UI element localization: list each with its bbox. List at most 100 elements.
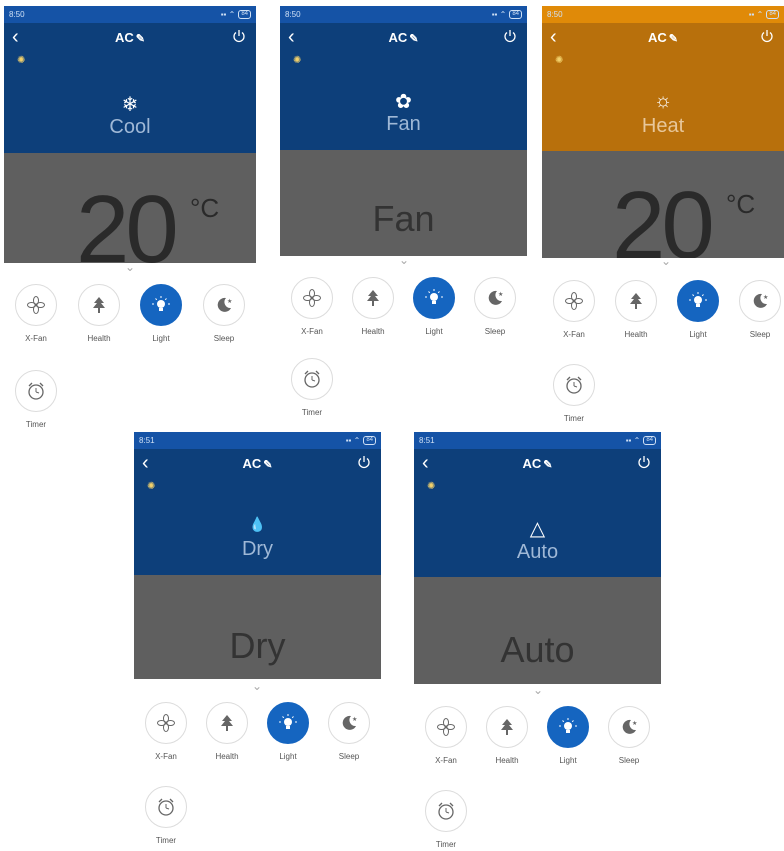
alarm-clock-icon — [15, 370, 57, 412]
xfan-button[interactable]: X-Fan — [289, 277, 335, 336]
tree-icon — [78, 284, 120, 326]
fan-icon — [425, 706, 467, 748]
xfan-label: X-Fan — [435, 756, 457, 765]
health-button[interactable]: Health — [484, 706, 530, 765]
chevron-down-icon[interactable]: ⌄ — [656, 255, 676, 268]
health-button[interactable]: Health — [76, 284, 122, 343]
fan-icon — [553, 280, 595, 322]
timer-button[interactable]: Timer — [289, 358, 335, 417]
xfan-button[interactable]: X-Fan — [423, 706, 469, 765]
bulb-icon — [547, 706, 589, 748]
pencil-icon[interactable]: ✎ — [543, 459, 552, 471]
chevron-down-icon[interactable]: ⌄ — [120, 261, 140, 274]
light-indicator-icon: ✺ — [147, 481, 156, 492]
sleep-label: Sleep — [484, 327, 506, 336]
timer-label: Timer — [25, 420, 47, 429]
mode-header-panel: 8:50 ▪▪ ⌃ 84 ‹ AC ✎ ✺ ☼ Heat — [542, 6, 784, 151]
chevron-down-icon[interactable]: ⌄ — [394, 254, 414, 267]
mode-name: Cool — [109, 116, 151, 138]
top-bar: ‹ AC ✎ — [134, 449, 381, 479]
sleep-label: Sleep — [618, 756, 640, 765]
device-name: AC — [115, 30, 134, 45]
device-name: AC — [522, 456, 542, 471]
bulb-icon — [413, 277, 455, 319]
chevron-down-icon[interactable]: ⌄ — [247, 680, 267, 693]
power-icon[interactable] — [503, 29, 517, 43]
power-icon[interactable] — [637, 455, 651, 469]
device-title[interactable]: AC ✎ — [4, 30, 256, 45]
timer-label: Timer — [301, 408, 323, 417]
svg-text:★: ★ — [763, 294, 768, 301]
temperature-panel: 20 °C — [4, 153, 256, 263]
pencil-icon[interactable]: ✎ — [263, 459, 272, 471]
big-mode-label: Dry — [229, 625, 286, 666]
sleep-button[interactable]: ★ Sleep — [737, 280, 783, 339]
power-icon[interactable] — [760, 29, 774, 43]
mode-header-panel: 8:51 ▪▪ ⌃ 84 ‹ AC ✎ ✺ 💧 Dry — [134, 432, 381, 575]
pencil-icon[interactable]: ✎ — [136, 33, 145, 45]
top-bar: ‹ AC ✎ — [4, 23, 256, 53]
light-button[interactable]: Light — [411, 277, 457, 336]
device-title[interactable]: AC ✎ — [134, 456, 381, 471]
light-indicator-icon: ✺ — [555, 55, 564, 66]
sleep-button[interactable]: ★ Sleep — [472, 277, 518, 336]
screen-cool: 8:50 ▪▪ ⌃ 84 ‹ AC ✎ ✺ ❄ Cool 20 °C — [4, 6, 256, 263]
health-label: Health — [361, 327, 385, 336]
light-label: Light — [689, 330, 707, 339]
light-button[interactable]: Light — [138, 284, 184, 343]
pencil-icon[interactable]: ✎ — [409, 33, 418, 45]
status-time: 8:51 — [139, 436, 155, 445]
controls-fan: X-Fan Health Light ★ Sleep Timer — [280, 273, 527, 433]
timer-button[interactable]: Timer — [13, 370, 59, 429]
temperature-value: 20 — [76, 176, 179, 263]
sleep-button[interactable]: ★ Sleep — [201, 284, 247, 343]
fan-mode-icon: ✿ — [395, 91, 412, 113]
xfan-button[interactable]: X-Fan — [143, 702, 189, 761]
sleep-label: Sleep — [213, 334, 235, 343]
signal-icon: ▪▪ ⌃ — [625, 436, 641, 445]
light-button[interactable]: Light — [265, 702, 311, 761]
health-button[interactable]: Health — [204, 702, 250, 761]
health-button[interactable]: Health — [350, 277, 396, 336]
water-drops-icon: 💧 — [248, 516, 267, 532]
power-icon[interactable] — [232, 29, 246, 43]
screen-fan: 8:50 ▪▪ ⌃ 84 ‹ AC ✎ ✺ ✿ Fan Fan — [280, 6, 527, 256]
light-button[interactable]: Light — [675, 280, 721, 339]
timer-button[interactable]: Timer — [143, 786, 189, 845]
alarm-clock-icon — [425, 790, 467, 832]
device-title[interactable]: AC ✎ — [280, 30, 527, 45]
top-bar: ‹ AC ✎ — [280, 23, 527, 53]
controls-cool: X-Fan Health Light ★ Sleep Timer — [4, 280, 256, 440]
pencil-icon[interactable]: ✎ — [669, 33, 678, 45]
xfan-button[interactable]: X-Fan — [13, 284, 59, 343]
light-indicator-icon: ✺ — [17, 55, 26, 66]
device-title[interactable]: AC ✎ — [542, 30, 784, 45]
timer-button[interactable]: Timer — [551, 364, 597, 423]
timer-button[interactable]: Timer — [423, 790, 469, 849]
battery-level: 84 — [766, 10, 779, 19]
mode-header-panel: 8:50 ▪▪ ⌃ 84 ‹ AC ✎ ✺ ❄ Cool — [4, 6, 256, 153]
sleep-button[interactable]: ★ Sleep — [606, 706, 652, 765]
xfan-button[interactable]: X-Fan — [551, 280, 597, 339]
timer-label: Timer — [435, 840, 457, 849]
sleep-label: Sleep — [338, 752, 360, 761]
battery-level: 84 — [643, 436, 656, 445]
device-title[interactable]: AC ✎ — [414, 456, 661, 471]
signal-icon: ▪▪ ⌃ — [491, 10, 507, 19]
status-time: 8:51 — [419, 436, 435, 445]
controls-auto: X-Fan Health Light ★ Sleep Timer — [414, 702, 661, 851]
moon-icon: ★ — [474, 277, 516, 319]
xfan-label: X-Fan — [301, 327, 323, 336]
light-button[interactable]: Light — [545, 706, 591, 765]
mode-panel: Dry — [134, 575, 381, 679]
fan-icon — [15, 284, 57, 326]
power-icon[interactable] — [357, 455, 371, 469]
light-label: Light — [425, 327, 443, 336]
status-bar: 8:51 ▪▪ ⌃ 84 — [414, 432, 661, 449]
chevron-down-icon[interactable]: ⌄ — [528, 684, 548, 697]
xfan-label: X-Fan — [563, 330, 585, 339]
svg-text:★: ★ — [352, 716, 357, 723]
status-time: 8:50 — [285, 10, 301, 19]
sleep-button[interactable]: ★ Sleep — [326, 702, 372, 761]
health-button[interactable]: Health — [613, 280, 659, 339]
